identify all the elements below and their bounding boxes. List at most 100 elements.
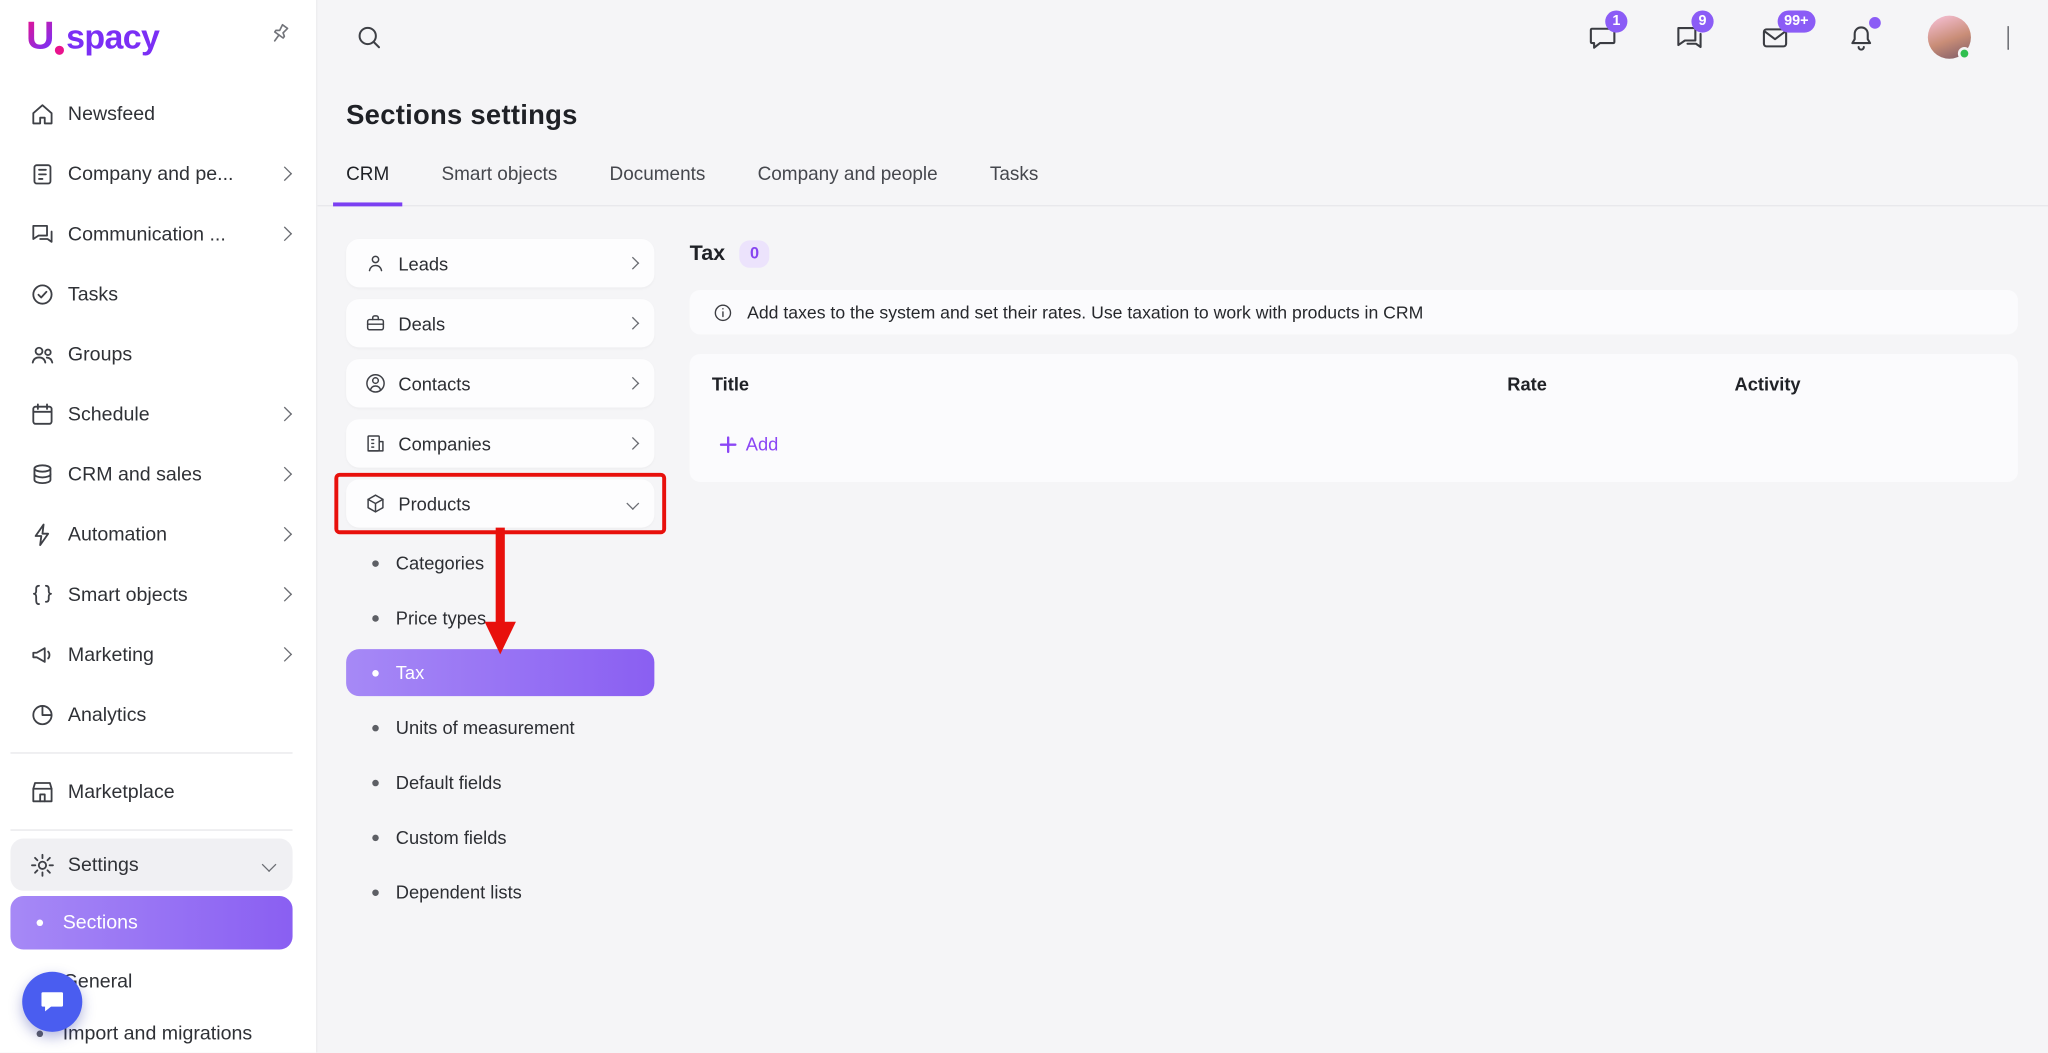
notifications-button[interactable] xyxy=(1844,20,1878,54)
chevron-right-icon xyxy=(277,226,292,241)
panel-header: Tax 0 xyxy=(690,240,2018,267)
menu-item-contacts[interactable]: Contacts xyxy=(346,359,654,407)
submenu-item-custom-fields[interactable]: Custom fields xyxy=(346,814,654,861)
bullet-icon xyxy=(372,615,379,622)
sidebar-divider xyxy=(10,752,292,753)
sidebar-header: U spacy xyxy=(0,0,316,73)
chevron-down-icon xyxy=(626,497,639,510)
main-content: Sections settings CRM Smart objects Docu… xyxy=(317,74,2048,1052)
tab-documents[interactable]: Documents xyxy=(596,165,718,207)
sidebar-item-groups[interactable]: Groups xyxy=(0,324,316,384)
menu-item-leads[interactable]: Leads xyxy=(346,239,654,287)
chevron-right-icon xyxy=(277,467,292,482)
home-icon xyxy=(29,100,56,127)
chevron-right-icon xyxy=(626,437,639,450)
deal-icon xyxy=(364,312,386,334)
sidebar-item-marketplace[interactable]: Marketplace xyxy=(0,761,316,821)
search-button[interactable] xyxy=(354,22,384,52)
chat-bubbles-icon xyxy=(29,220,56,247)
submenu-item-price-types[interactable]: Price types xyxy=(346,594,654,641)
search-icon xyxy=(354,22,384,52)
mail-button[interactable]: 99+ xyxy=(1758,20,1792,54)
crm-settings-menu: Leads Deals Contacts Companies xyxy=(346,239,654,923)
tab-smart-objects[interactable]: Smart objects xyxy=(428,165,570,207)
sidebar-item-smart-objects[interactable]: Smart objects xyxy=(0,564,316,624)
chevron-right-icon xyxy=(626,317,639,330)
sidebar-divider xyxy=(10,829,292,830)
comments-button[interactable]: 1 xyxy=(1586,20,1620,54)
plus-icon xyxy=(720,436,737,453)
tax-panel: Tax 0 Add taxes to the system and set th… xyxy=(690,239,2018,923)
tab-crm[interactable]: CRM xyxy=(333,165,402,207)
chevron-right-icon xyxy=(277,587,292,602)
column-header-activity: Activity xyxy=(1735,374,1996,395)
uspacy-logo[interactable]: U spacy xyxy=(26,14,159,58)
column-header-title: Title xyxy=(712,374,1507,395)
gear-icon xyxy=(29,851,56,878)
sidebar-item-crm-and-sales[interactable]: CRM and sales xyxy=(0,444,316,504)
pie-chart-icon xyxy=(29,701,56,728)
profile-menu-button[interactable] xyxy=(2008,25,2009,49)
bullet-icon xyxy=(37,1030,44,1037)
contact-icon xyxy=(364,372,386,394)
mail-badge: 99+ xyxy=(1778,10,1815,32)
sidebar: U spacy Newsfeed Company and pe... Commu… xyxy=(0,0,317,1053)
app-window: U spacy Newsfeed Company and pe... Commu… xyxy=(0,0,2048,1053)
building-icon xyxy=(29,160,56,187)
sidebar-item-automation[interactable]: Automation xyxy=(0,504,316,564)
submenu-item-default-fields[interactable]: Default fields xyxy=(346,759,654,806)
chat-icon xyxy=(38,987,67,1016)
bullet-icon xyxy=(372,669,379,676)
sidebar-item-tasks[interactable]: Tasks xyxy=(0,264,316,324)
add-tax-button[interactable]: Add xyxy=(709,426,789,463)
pin-icon[interactable] xyxy=(268,21,293,52)
submenu-item-dependent-lists[interactable]: Dependent lists xyxy=(346,869,654,916)
bullet-icon xyxy=(372,560,379,567)
person-icon xyxy=(364,252,386,274)
submenu-item-tax[interactable]: Tax xyxy=(346,649,654,696)
submenu-item-units-of-measurement[interactable]: Units of measurement xyxy=(346,704,654,751)
sidebar-item-company-and-people[interactable]: Company and pe... xyxy=(0,144,316,204)
table-header-row: Title Rate Activity xyxy=(690,354,2018,414)
sidebar-item-marketing[interactable]: Marketing xyxy=(0,624,316,684)
calendar-icon xyxy=(29,400,56,427)
sidebar-item-sections[interactable]: Sections xyxy=(10,896,292,950)
tab-bar: CRM Smart objects Documents Company and … xyxy=(317,165,2048,207)
box-icon xyxy=(364,492,386,514)
chats-button[interactable]: 9 xyxy=(1672,20,1706,54)
bullet-icon xyxy=(372,834,379,841)
sidebar-item-schedule[interactable]: Schedule xyxy=(0,384,316,444)
sidebar-item-communication[interactable]: Communication ... xyxy=(0,204,316,264)
sidebar-item-newsfeed[interactable]: Newsfeed xyxy=(0,84,316,144)
info-icon xyxy=(712,301,734,323)
topbar: 1 9 99+ xyxy=(317,0,2048,74)
chevron-right-icon xyxy=(277,527,292,542)
company-icon xyxy=(364,432,386,454)
chevron-right-icon xyxy=(277,166,292,181)
panel-title: Tax xyxy=(690,242,726,267)
storefront-icon xyxy=(29,778,56,805)
tab-tasks[interactable]: Tasks xyxy=(977,165,1052,207)
info-banner: Add taxes to the system and set their ra… xyxy=(690,290,2018,334)
submenu-item-categories[interactable]: Categories xyxy=(346,539,654,586)
bullet-icon xyxy=(372,724,379,731)
menu-item-products[interactable]: Products xyxy=(346,479,654,527)
topbar-actions: 1 9 99+ xyxy=(1586,16,2009,59)
chat-widget-button[interactable] xyxy=(22,972,82,1032)
chevron-right-icon xyxy=(626,257,639,270)
braces-icon xyxy=(29,581,56,608)
chevron-right-icon xyxy=(277,407,292,422)
products-submenu: Categories Price types Tax Units of meas… xyxy=(346,539,654,915)
logo-text: spacy xyxy=(66,17,159,57)
tab-company-and-people[interactable]: Company and people xyxy=(745,165,951,207)
menu-item-deals[interactable]: Deals xyxy=(346,299,654,347)
user-avatar[interactable] xyxy=(1928,16,1971,59)
menu-item-companies[interactable]: Companies xyxy=(346,419,654,467)
lightning-icon xyxy=(29,520,56,547)
sidebar-item-settings[interactable]: Settings xyxy=(10,839,292,891)
tax-table: Title Rate Activity Add xyxy=(690,354,2018,482)
logo-dot-icon xyxy=(54,46,63,55)
comments-badge: 1 xyxy=(1605,10,1627,32)
sidebar-item-analytics[interactable]: Analytics xyxy=(0,684,316,744)
people-icon xyxy=(29,340,56,367)
